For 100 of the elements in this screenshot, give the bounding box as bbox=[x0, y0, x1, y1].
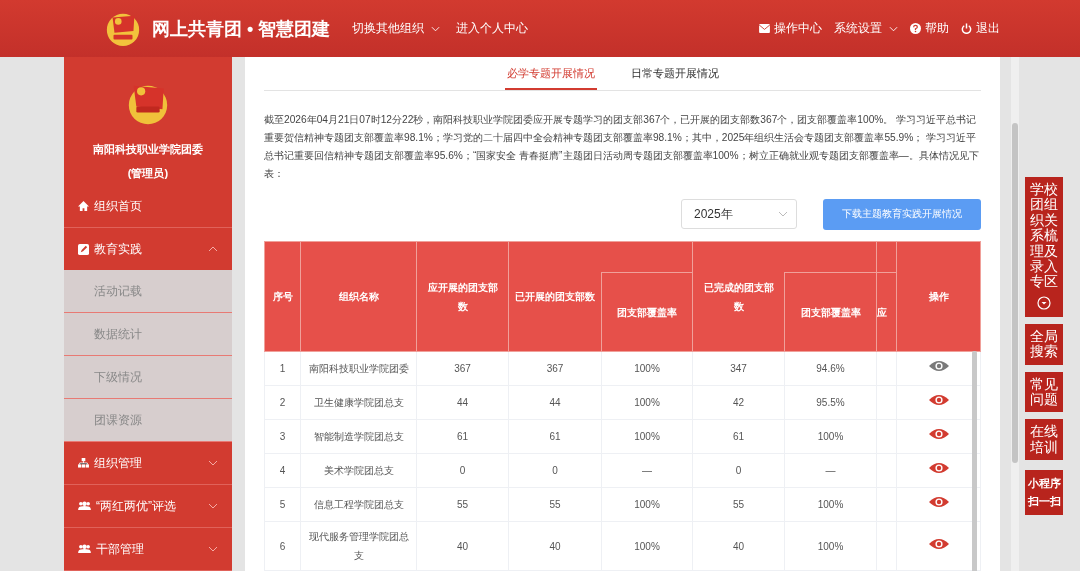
side-button[interactable]: 常见问题 bbox=[1025, 371, 1063, 413]
power-icon bbox=[961, 23, 972, 34]
nav-link[interactable]: 退出 bbox=[961, 20, 1000, 37]
table-cell: 信息工程学院团总支 bbox=[300, 487, 417, 522]
side-button[interactable]: 小程序扫一扫 bbox=[1025, 470, 1063, 516]
table-cell: 61 bbox=[416, 419, 509, 454]
tab[interactable]: 日常专题开展情况 bbox=[628, 57, 721, 90]
site-title: 网上共青团 • 智慧团建 bbox=[152, 17, 331, 41]
table-cell: 100% bbox=[601, 521, 693, 571]
user-role: (管理员) bbox=[126, 166, 170, 181]
table-cell: 94.6% bbox=[784, 351, 877, 386]
chevron-down-icon bbox=[889, 25, 898, 32]
table-cell: 367 bbox=[416, 351, 509, 386]
table-cell: 100% bbox=[784, 521, 877, 571]
tab[interactable]: 必学专题开展情况 bbox=[504, 57, 597, 90]
nav-link[interactable]: 操作中心 bbox=[759, 20, 822, 37]
table-cell: 55 bbox=[692, 487, 785, 522]
table-cell: 100% bbox=[601, 487, 693, 522]
table-cell: 5 bbox=[264, 487, 301, 522]
table-cell: 61 bbox=[508, 419, 602, 454]
table-cell: 3 bbox=[264, 419, 301, 454]
chevron-icon bbox=[208, 546, 218, 552]
organization-name: 南阳科技职业学院团委 bbox=[92, 142, 204, 157]
table-cell: — bbox=[601, 453, 693, 488]
eye-icon[interactable] bbox=[928, 360, 949, 372]
nav-link[interactable]: 切换其他组织 bbox=[352, 20, 441, 37]
table-cell: 95.5% bbox=[784, 385, 877, 420]
table-cell: 100% bbox=[784, 487, 877, 522]
table-cell: 0 bbox=[508, 453, 602, 488]
column-header: 团支部覆盖率 bbox=[601, 272, 693, 352]
menu-item[interactable]: 组织管理 bbox=[64, 442, 232, 485]
nav-link[interactable]: 进入个人中心 bbox=[456, 20, 529, 37]
chevron-icon bbox=[208, 460, 218, 466]
table-cell: 现代服务管理学院团总支 bbox=[300, 521, 417, 571]
chevron-down-icon bbox=[778, 211, 788, 217]
table-cell: 40 bbox=[416, 521, 509, 571]
column-header: 已完成的团支部数 bbox=[692, 241, 785, 352]
table-cell: 61 bbox=[692, 419, 785, 454]
side-button[interactable]: 学校团组织关系梳理及录入专区 bbox=[1025, 177, 1063, 317]
column-header: 团支部覆盖率 bbox=[784, 272, 877, 352]
menu-label: 干部管理 bbox=[96, 540, 145, 558]
table-cell: 美术学院团总支 bbox=[300, 453, 417, 488]
nav-link[interactable]: 系统设置 bbox=[834, 20, 898, 37]
table-cell: 367 bbox=[508, 351, 602, 386]
menu-item[interactable]: “两红两优”评选 bbox=[64, 485, 232, 528]
menu-item[interactable]: 干部管理 bbox=[64, 528, 232, 571]
eye-icon[interactable] bbox=[928, 428, 949, 440]
table-cell: 卫生健康学院团总支 bbox=[300, 385, 417, 420]
column-header: 组织名称 bbox=[300, 241, 417, 352]
sitemap-icon bbox=[78, 458, 89, 468]
table-cell: 55 bbox=[508, 487, 602, 522]
chevron-icon bbox=[208, 503, 218, 509]
chevron-icon bbox=[208, 246, 218, 252]
table-cell: 40 bbox=[692, 521, 785, 571]
table-cell: 智能制造学院团总支 bbox=[300, 419, 417, 454]
column-header: 操作 bbox=[896, 241, 981, 352]
eye-icon[interactable] bbox=[928, 462, 949, 474]
help-icon bbox=[910, 23, 921, 34]
expand-icon bbox=[1037, 295, 1051, 310]
table-cell: 44 bbox=[416, 385, 509, 420]
menu-label: “两红两优”评选 bbox=[96, 497, 177, 515]
chevron-down-icon bbox=[431, 25, 441, 32]
table-cell: 100% bbox=[601, 351, 693, 386]
mail-icon bbox=[759, 24, 770, 33]
users-icon bbox=[78, 501, 91, 511]
eye-icon[interactable] bbox=[928, 496, 949, 508]
table-cell: 55 bbox=[416, 487, 509, 522]
summary-paragraph: 截至2026年04月21日07时12分22秒，南阳科技职业学院团委应开展专题学习的团支部367个，已开展的团支部数367个，团支部覆盖率100%。 学习习近平总书记重要贺信精神专题团支部覆盖率98.1%；学习党的二十届四中全会精神专题团支部覆盖率98.1%；其中，2025年组织生活会专题团支部覆盖率55.9%； 学习习近平总书记重要回信精神专题团支部覆盖率95.6%；“国家安全 青春挺膺”主题团日活动周专题团支部覆盖率100%；树立正确就业观专题团支部覆盖率—。具体情况见下表： bbox=[264, 113, 980, 181]
column-header: 应开展的团支部数 bbox=[416, 241, 509, 352]
menu-item[interactable]: 组织首页 bbox=[64, 185, 232, 228]
menu-label: 组织管理 bbox=[94, 454, 143, 472]
menu-item[interactable]: 教育实践 bbox=[64, 228, 232, 270]
side-button[interactable]: 在线培训 bbox=[1025, 419, 1063, 461]
table-cell: 1 bbox=[264, 351, 301, 386]
table-cell: 4 bbox=[264, 453, 301, 488]
table-cell: 6 bbox=[264, 521, 301, 571]
eye-icon[interactable] bbox=[928, 537, 949, 550]
table-cell: 40 bbox=[508, 521, 602, 571]
home-icon bbox=[78, 201, 89, 211]
table-cell: 100% bbox=[601, 419, 693, 454]
download-button[interactable]: 下载主题教育实践开展情况 bbox=[823, 199, 981, 230]
table-cell: 100% bbox=[601, 385, 693, 420]
eye-icon[interactable] bbox=[928, 394, 949, 406]
menu-label: 教育实践 bbox=[94, 240, 143, 258]
side-button[interactable]: 全局搜索 bbox=[1025, 323, 1063, 365]
table-cell: 0 bbox=[416, 453, 509, 488]
year-select[interactable]: 2025年 bbox=[681, 199, 797, 229]
users-icon bbox=[78, 544, 91, 554]
menu-label: 组织首页 bbox=[94, 197, 143, 215]
column-header: 已开展的团支部数 bbox=[508, 241, 602, 352]
table-cell: 2 bbox=[264, 385, 301, 420]
table-cell: 0 bbox=[692, 453, 785, 488]
table-cell: 347 bbox=[692, 351, 785, 386]
table-cell: 南阳科技职业学院团委 bbox=[300, 351, 417, 386]
edit-icon bbox=[78, 243, 89, 255]
column-header: 序号 bbox=[264, 241, 301, 352]
table-cell: — bbox=[784, 453, 877, 488]
table-cell: 100% bbox=[784, 419, 877, 454]
nav-link[interactable]: 帮助 bbox=[910, 20, 949, 37]
table-cell: 42 bbox=[692, 385, 785, 420]
